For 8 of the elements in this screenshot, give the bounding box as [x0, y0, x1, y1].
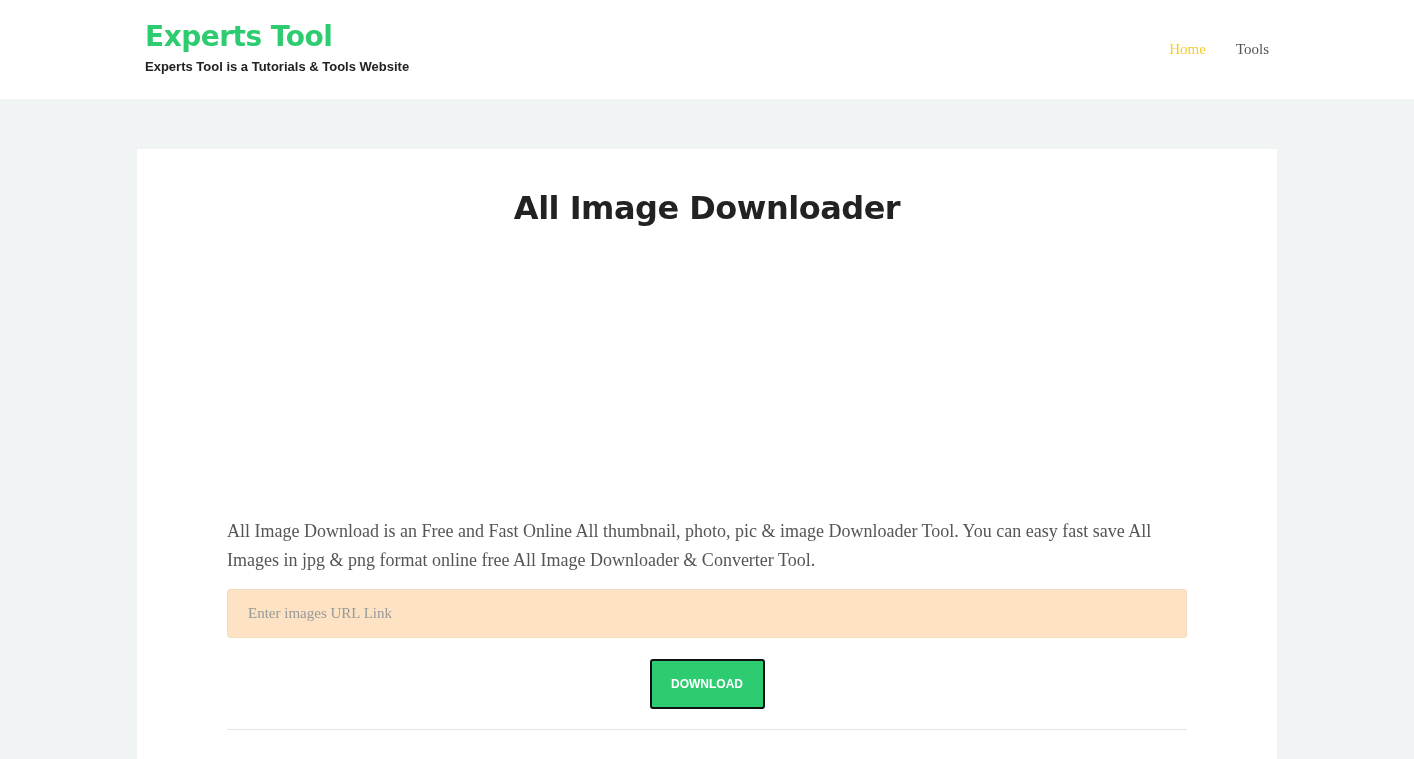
page-heading: All Image Downloader — [512, 189, 902, 227]
nav-link[interactable]: Tools — [1235, 41, 1269, 58]
download-button[interactable]: DOWNLOAD — [649, 659, 765, 709]
site-tagline: Experts Tool is a Tutorials & Tools Website — [145, 58, 410, 74]
site-title[interactable]: Experts Tool — [145, 19, 410, 53]
nav-link[interactable]: Home — [1169, 41, 1206, 58]
description-paragraph: All Image Download is an Free and Fast Online All thumbnail, photo, pic & image Downloader Tool. You can easy fast save All Images in jpg & png format online free All Image Downloader & Converter Tool. — [227, 520, 1153, 572]
url-input-field[interactable]: Enter images URL Link — [227, 589, 1187, 638]
